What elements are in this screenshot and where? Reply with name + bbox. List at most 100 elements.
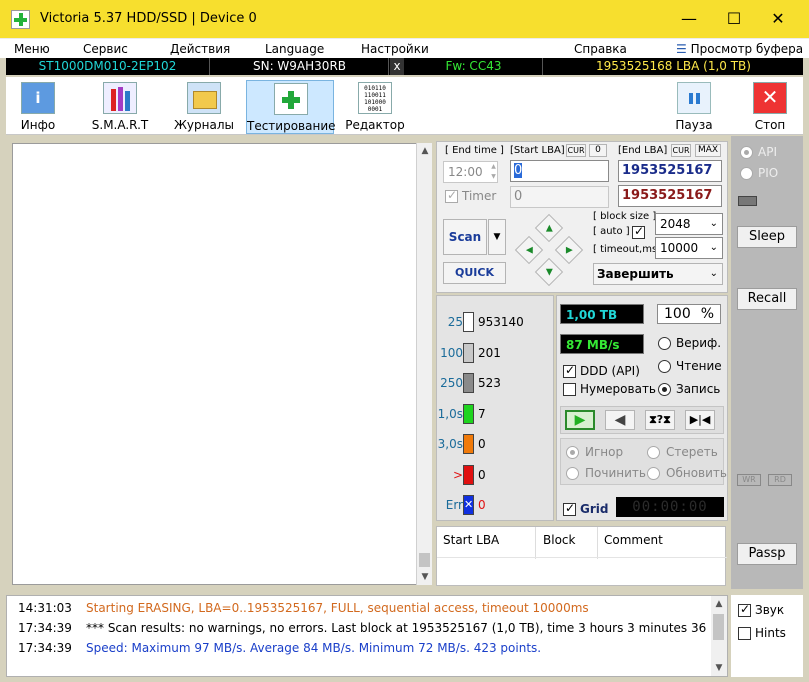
erase-radio[interactable]: [647, 446, 660, 459]
latency-color-swatch: [463, 464, 474, 485]
start-zero-button[interactable]: 0: [589, 144, 607, 157]
latency-label: Err: [445, 498, 463, 512]
direction-down-icon[interactable]: ▼: [534, 257, 564, 287]
scan-dropdown-icon[interactable]: ▼: [488, 219, 506, 255]
testing-label: Тестирование: [247, 119, 336, 133]
refresh-label: Обновить: [666, 466, 727, 480]
latency-row: 250 523: [437, 373, 555, 397]
menu-item-service[interactable]: Сервис: [83, 39, 128, 59]
grid-scrollbar[interactable]: ▲ ▼: [416, 143, 432, 585]
end-cur-button[interactable]: CUR: [671, 144, 691, 157]
end-max-button[interactable]: MAX: [695, 144, 721, 157]
editor-button[interactable]: 010110 110011 101000 0001 Редактор: [336, 80, 414, 134]
scan-button[interactable]: Scan: [443, 219, 487, 255]
numerate-checkbox[interactable]: [563, 383, 576, 396]
menu-item-actions[interactable]: Действия: [170, 39, 230, 59]
pause-label: Пауза: [675, 118, 713, 132]
read-radio[interactable]: [658, 360, 671, 373]
latency-color-swatch: [463, 403, 474, 424]
passp-button[interactable]: Passp: [737, 543, 797, 565]
time-spinner-icon[interactable]: ▲ ▼: [489, 162, 498, 182]
hints-checkbox[interactable]: [738, 627, 751, 640]
scroll-down-icon[interactable]: ▼: [417, 569, 433, 585]
latency-label: >: [452, 467, 463, 482]
scroll-thumb[interactable]: [419, 553, 430, 567]
logs-button[interactable]: Журналы: [165, 80, 243, 134]
sleep-button[interactable]: Sleep: [737, 226, 797, 248]
log-scroll-thumb[interactable]: [713, 614, 724, 640]
menu-item-help[interactable]: Справка: [574, 39, 627, 59]
device-firmware: Fw: CC43: [405, 58, 543, 75]
logs-label: Журналы: [174, 118, 234, 132]
pio-radio[interactable]: [740, 167, 753, 180]
buffer-view-label: Просмотр буфера: [690, 42, 804, 56]
buffer-view-menu[interactable]: ☰ Просмотр буфера: [676, 39, 803, 59]
log-message: Speed: Maximum 97 MB/s. Average 84 MB/s.…: [86, 641, 542, 655]
menu-item-language[interactable]: Language: [265, 39, 324, 59]
info-button[interactable]: i Инфо: [0, 80, 77, 134]
error-action-group: Игнор Стереть Починить Обновить: [560, 438, 727, 485]
sound-checkbox[interactable]: [738, 602, 751, 617]
butterfly-icon[interactable]: ▶|◀: [685, 410, 715, 430]
close-button[interactable]: ✕: [758, 6, 798, 32]
device-info-bar: ST1000DM010-2EP102 SN: W9AH30RB x Fw: CC…: [6, 58, 803, 75]
grid-checkbox[interactable]: [563, 501, 576, 516]
smart-button[interactable]: S.M.A.R.T: [81, 80, 159, 134]
start-cur-button[interactable]: CUR: [566, 144, 586, 157]
latency-label: 3,0s: [437, 437, 463, 451]
scroll-down-icon[interactable]: ▼: [711, 660, 727, 676]
stop-button[interactable]: ✕ Стоп: [731, 80, 809, 134]
start-lba-input[interactable]: 0: [510, 160, 609, 182]
auto-checkbox[interactable]: [632, 224, 645, 239]
menu-item-settings[interactable]: Настройки: [361, 39, 429, 59]
app-icon: [11, 10, 30, 29]
latency-color-swatch: ✕: [463, 495, 474, 515]
timeout-select[interactable]: 10000 ⌄: [655, 237, 723, 259]
menu-item-menu[interactable]: Меню: [14, 39, 50, 59]
direction-left-icon[interactable]: ◀: [514, 235, 544, 265]
play-backward-icon[interactable]: ◀: [605, 410, 635, 430]
close-device-button[interactable]: x: [390, 58, 404, 75]
scroll-up-icon[interactable]: ▲: [711, 596, 727, 612]
direction-up-icon[interactable]: ▲: [534, 213, 564, 243]
stop-label: Стоп: [754, 118, 786, 132]
ddd-api-checkbox[interactable]: [563, 363, 576, 378]
latency-count: 0: [478, 437, 486, 451]
write-radio[interactable]: [658, 383, 671, 396]
elapsed-timer: 00:00:00: [616, 497, 724, 517]
column-comment[interactable]: Comment: [604, 533, 663, 547]
random-seek-icon[interactable]: ⧗?⧗: [645, 410, 675, 430]
timer-checkbox[interactable]: [445, 188, 458, 203]
quick-button[interactable]: QUICK: [443, 262, 506, 284]
right-sidebar: API PIO Sleep Recall WR RD Passp: [731, 136, 803, 589]
log-scrollbar[interactable]: ▲ ▼: [711, 596, 727, 676]
maximize-button[interactable]: ☐: [714, 6, 754, 32]
column-start-lba[interactable]: Start LBA: [443, 533, 499, 547]
repair-radio[interactable]: [566, 467, 579, 480]
ddd-api-label: DDD (API): [580, 364, 640, 378]
main-toolbar: i Инфо S.M.A.R.T Журналы Тестирование 01…: [6, 77, 803, 135]
minimize-button[interactable]: —: [669, 6, 709, 32]
scroll-up-icon[interactable]: ▲: [417, 143, 433, 159]
column-block[interactable]: Block: [543, 533, 575, 547]
ignore-radio[interactable]: [566, 446, 579, 459]
title-bar: Victoria 5.37 HDD/SSD | Device 0 — ☐ ✕: [0, 0, 809, 38]
direction-right-icon[interactable]: ▶: [554, 235, 584, 265]
testing-button[interactable]: Тестирование: [246, 80, 336, 134]
timer-input[interactable]: 0: [510, 186, 609, 208]
latency-label: 1,0s: [437, 406, 463, 421]
finish-action-select[interactable]: Завершить ⌄: [593, 263, 723, 285]
scan-controls: [ End time ] [Start LBA] CUR 0 [End LBA]…: [436, 141, 728, 293]
latency-count: 201: [478, 345, 501, 360]
recall-button[interactable]: Recall: [737, 288, 797, 310]
verify-radio[interactable]: [658, 337, 671, 350]
start-lba-label: [Start LBA]: [510, 145, 565, 156]
log-message: *** Scan results: no warnings, no errors…: [86, 621, 711, 635]
play-forward-icon[interactable]: ▶: [565, 410, 595, 430]
pause-button[interactable]: Пауза: [655, 80, 733, 134]
refresh-radio[interactable]: [647, 467, 660, 480]
window-title: Victoria 5.37 HDD/SSD | Device 0: [40, 11, 257, 26]
end-lba-input[interactable]: 1953525167: [618, 160, 722, 182]
block-size-select[interactable]: 2048 ⌄: [655, 213, 723, 235]
api-radio[interactable]: [740, 146, 753, 159]
